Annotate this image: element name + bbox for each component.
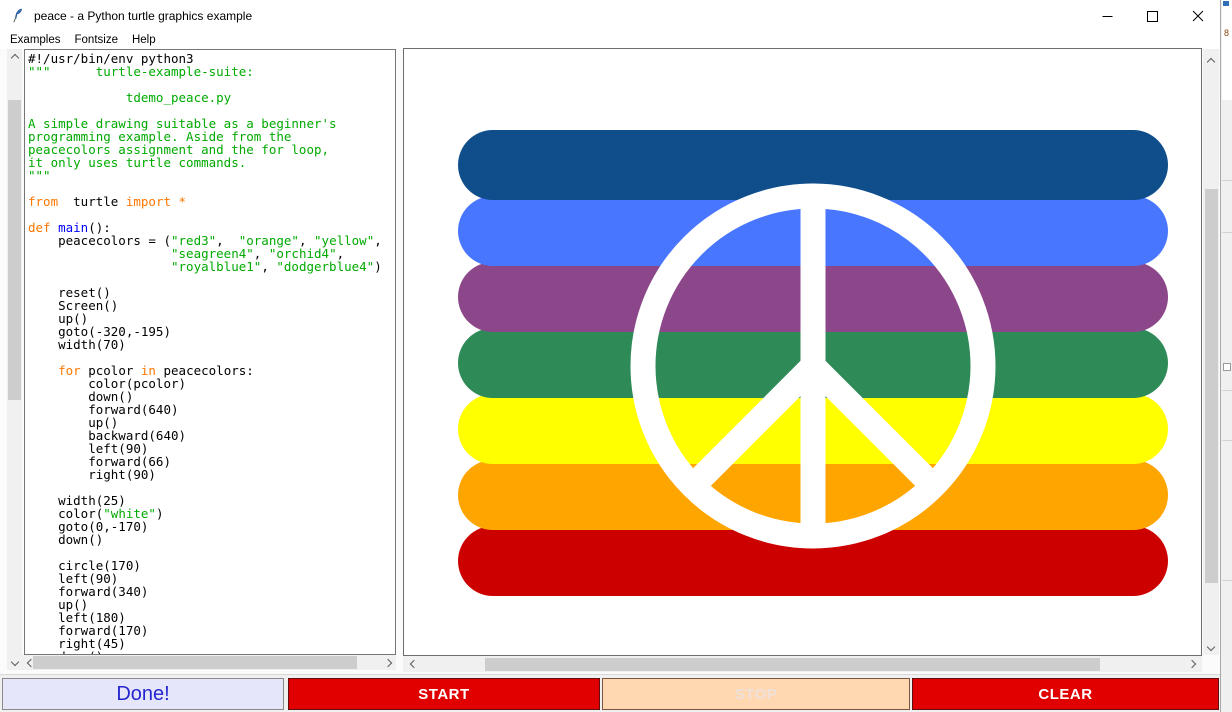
- menu-item-examples[interactable]: Examples: [3, 32, 68, 49]
- tk-feather-icon: [10, 8, 26, 24]
- chevron-down-icon: [1207, 642, 1215, 650]
- canvas-horizontal-scrollbar[interactable]: [403, 656, 1202, 672]
- code-vscroll-thumb[interactable]: [8, 100, 21, 400]
- button-bar: Done! START STOP CLEAR: [0, 674, 1220, 712]
- chevron-up-icon: [1207, 58, 1215, 66]
- start-button[interactable]: START: [288, 678, 600, 710]
- chevron-right-icon: [1187, 659, 1195, 667]
- scroll-up-button[interactable]: [7, 49, 22, 64]
- peace-right-leg: [813, 366, 933, 486]
- scroll-down-button[interactable]: [1203, 640, 1219, 655]
- window-title: peace - a Python turtle graphics example: [34, 0, 252, 32]
- chevron-right-icon: [383, 658, 391, 666]
- scroll-left-button[interactable]: [405, 656, 420, 671]
- background-window-icon: [1223, 1, 1229, 6]
- screen: peace - a Python turtle graphics example…: [0, 0, 1232, 712]
- background-window-area: [1222, 0, 1232, 100]
- code-editor-pane[interactable]: #!/usr/bin/env python3""" turtle-example…: [24, 49, 396, 655]
- code-vertical-scrollbar[interactable]: [7, 49, 22, 670]
- peace-left-leg: [693, 366, 813, 486]
- stop-button[interactable]: STOP: [602, 678, 910, 710]
- scroll-right-button[interactable]: [381, 655, 396, 670]
- scroll-right-button[interactable]: [1185, 656, 1200, 671]
- divider: [1222, 180, 1232, 181]
- canvas-hscroll-thumb[interactable]: [485, 658, 1100, 671]
- chevron-left-icon: [410, 659, 418, 667]
- divider: [1222, 440, 1232, 441]
- turtle-canvas: [403, 48, 1202, 656]
- status-label: Done!: [2, 678, 284, 710]
- divider: [1222, 580, 1232, 581]
- content-area: #!/usr/bin/env python3""" turtle-example…: [0, 49, 1220, 674]
- scroll-down-button[interactable]: [7, 655, 22, 670]
- minimize-button[interactable]: [1085, 0, 1130, 32]
- code-horizontal-scrollbar[interactable]: [22, 655, 396, 670]
- turtledemo-window: peace - a Python turtle graphics example…: [0, 0, 1220, 712]
- chevron-down-icon: [10, 657, 18, 665]
- background-window-text: 8: [1224, 28, 1229, 38]
- menu-bar: ExamplesFontsizeHelp: [0, 32, 1220, 49]
- menu-item-help[interactable]: Help: [125, 32, 163, 49]
- scroll-up-button[interactable]: [1203, 53, 1219, 68]
- clear-button[interactable]: CLEAR: [912, 678, 1219, 710]
- background-window-checkbox: [1223, 363, 1231, 371]
- title-bar: peace - a Python turtle graphics example: [0, 0, 1220, 32]
- source-code: #!/usr/bin/env python3""" turtle-example…: [25, 50, 395, 655]
- divider: [1222, 232, 1232, 233]
- menu-item-fontsize[interactable]: Fontsize: [68, 32, 125, 49]
- close-button[interactable]: [1175, 0, 1220, 32]
- background-window-strip: 8: [1220, 0, 1232, 712]
- canvas-vscroll-thumb[interactable]: [1205, 189, 1218, 583]
- divider: [1222, 390, 1232, 391]
- peace-symbol: [404, 49, 1201, 655]
- maximize-button[interactable]: [1130, 0, 1175, 32]
- canvas-vertical-scrollbar[interactable]: [1203, 49, 1219, 655]
- chevron-up-icon: [10, 54, 18, 62]
- code-hscroll-thumb[interactable]: [33, 656, 357, 669]
